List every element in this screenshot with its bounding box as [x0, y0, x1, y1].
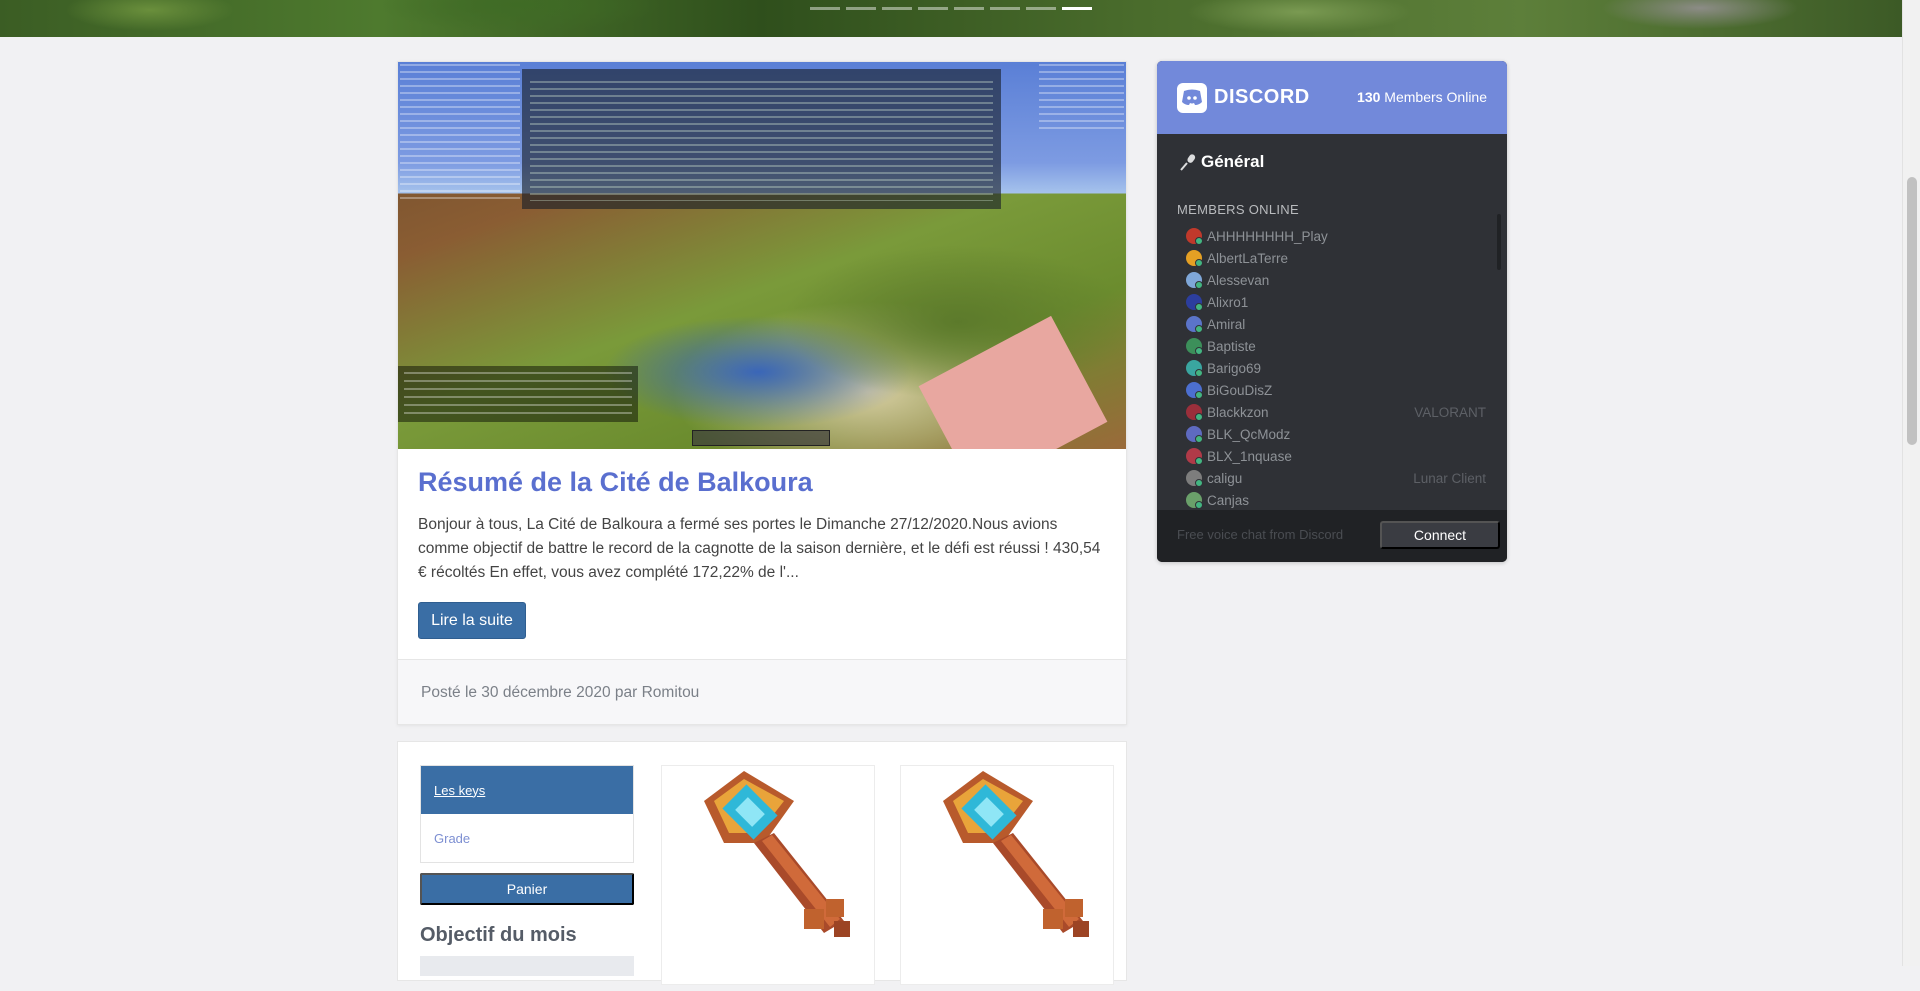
avatar: [1186, 470, 1203, 487]
discord-widget: DISCORD 130 Members Online Général MEMBE…: [1157, 61, 1507, 562]
member-name: Alessevan: [1207, 272, 1270, 288]
carousel-dot[interactable]: [990, 7, 1020, 10]
key-icon: [943, 771, 1089, 937]
page-scrollbar[interactable]: [1902, 0, 1920, 966]
post-footer: Posté le 30 décembre 2020 par Romitou: [398, 659, 1126, 724]
read-more-button[interactable]: Lire la suite: [418, 602, 526, 639]
members-online-label: MEMBERS ONLINE: [1177, 202, 1299, 217]
key-icon: [704, 771, 850, 937]
member-name: Canjas: [1207, 492, 1250, 508]
product-card[interactable]: [661, 765, 875, 985]
avatar: [1186, 448, 1203, 465]
shop-card: Les keys Grade Panier Objectif du mois: [397, 741, 1127, 985]
game-player-list-overlay: [522, 69, 1001, 209]
post-screenshot-image[interactable]: [398, 62, 1126, 449]
cart-button[interactable]: Panier: [420, 873, 634, 905]
monthly-objective-title: Objectif du mois: [420, 924, 577, 946]
carousel-indicators: [810, 7, 1092, 10]
news-post-card: Résumé de la Cité de Balkoura Bonjour à …: [397, 61, 1127, 725]
avatar: [1186, 316, 1203, 333]
shop-category-nav: Les keys Grade: [420, 765, 634, 863]
member-name: BLX_1nquase: [1207, 448, 1292, 464]
carousel-dot[interactable]: [1026, 7, 1056, 10]
member-game: VALORANT: [1414, 404, 1486, 420]
shop-category-grade[interactable]: Grade: [421, 814, 633, 862]
avatar: [1186, 492, 1203, 509]
scrollbar-thumb[interactable]: [1907, 177, 1917, 445]
member-list: AHHHHHHHH_Play AlbertLaTerre Alessevan A…: [1186, 225, 1486, 511]
member-item: BiGouDisZ: [1186, 379, 1486, 401]
member-item: AlbertLaTerre: [1186, 247, 1486, 269]
avatar: [1186, 382, 1203, 399]
member-item: Amiral: [1186, 313, 1486, 335]
member-item: Blackkzon VALORANT: [1186, 401, 1486, 423]
member-item: Alixro1: [1186, 291, 1486, 313]
carousel-dot[interactable]: [954, 7, 984, 10]
game-hotbar: [692, 430, 830, 446]
discord-footer: Free voice chat from Discord Connect: [1157, 510, 1507, 562]
member-name: BiGouDisZ: [1207, 382, 1273, 398]
channel-name: Général: [1201, 152, 1265, 171]
hero-banner: [0, 0, 1902, 37]
post-excerpt: Bonjour à tous, La Cité de Balkoura a fe…: [418, 516, 1101, 581]
post-meta: Posté le 30 décembre 2020 par Romitou: [421, 684, 700, 701]
discord-brand: DISCORD: [1214, 86, 1310, 108]
avatar: [1186, 426, 1203, 443]
discord-body: Général MEMBERS ONLINE AHHHHHHHH_Play Al…: [1157, 134, 1507, 510]
product-card[interactable]: [900, 765, 1114, 985]
post-title-link[interactable]: Résumé de la Cité de Balkoura: [418, 467, 813, 498]
discord-logo-icon: [1177, 82, 1207, 113]
online-count-suffix: Members Online: [1384, 89, 1487, 105]
member-name: Baptiste: [1207, 338, 1256, 354]
discord-scrollbar[interactable]: [1497, 214, 1501, 270]
member-name: caligu: [1207, 470, 1243, 486]
member-name: Alixro1: [1207, 294, 1249, 310]
avatar: [1186, 272, 1203, 289]
member-item: caligu Lunar Client: [1186, 467, 1486, 489]
carousel-dot-active[interactable]: [1062, 7, 1092, 10]
carousel-dot[interactable]: [882, 7, 912, 10]
avatar: [1186, 338, 1203, 355]
member-item: BLX_1nquase: [1186, 445, 1486, 467]
game-chat-overlay: [398, 366, 638, 422]
shop-category-keys[interactable]: Les keys: [421, 766, 633, 814]
member-item: Canjas: [1186, 489, 1486, 511]
avatar: [1186, 250, 1203, 267]
member-item: Barigo69: [1186, 357, 1486, 379]
member-name: Barigo69: [1207, 360, 1262, 376]
online-count-number: 130: [1357, 89, 1381, 105]
game-debug-overlay: [400, 64, 520, 199]
discord-header: DISCORD 130 Members Online: [1157, 61, 1507, 134]
voice-channel: Général: [1179, 152, 1264, 172]
discord-online-count: 130 Members Online: [1357, 89, 1487, 105]
game-player-hand: [918, 315, 1108, 449]
avatar: [1186, 228, 1203, 245]
avatar: [1186, 360, 1203, 377]
member-name: AlbertLaTerre: [1207, 250, 1289, 266]
member-game: Lunar Client: [1413, 470, 1486, 486]
member-item: AHHHHHHHH_Play: [1186, 225, 1486, 247]
microphone-icon: [1180, 154, 1196, 171]
discord-footer-text: Free voice chat from Discord: [1177, 527, 1344, 542]
game-debug-overlay-right: [1039, 64, 1124, 134]
avatar: [1186, 404, 1203, 421]
member-name: Amiral: [1207, 316, 1246, 332]
carousel-dot[interactable]: [810, 7, 840, 10]
monthly-objective-progress: [420, 956, 634, 976]
member-item: Alessevan: [1186, 269, 1486, 291]
carousel-dot[interactable]: [846, 7, 876, 10]
connect-button[interactable]: Connect: [1380, 521, 1500, 549]
member-name: BLK_QcModz: [1207, 426, 1291, 442]
member-name: Blackkzon: [1207, 404, 1269, 420]
carousel-dot[interactable]: [918, 7, 948, 10]
avatar: [1186, 294, 1203, 311]
member-item: BLK_QcModz: [1186, 423, 1486, 445]
member-name: AHHHHHHHH_Play: [1207, 228, 1328, 244]
member-item: Baptiste: [1186, 335, 1486, 357]
